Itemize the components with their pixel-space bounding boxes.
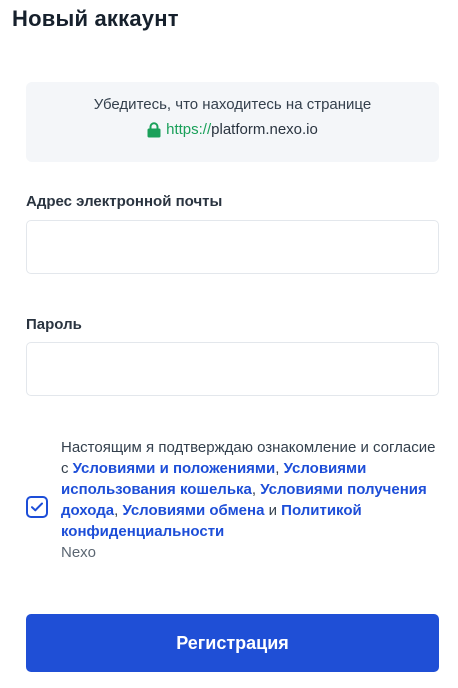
- url-protocol: https://: [166, 121, 212, 138]
- terms-link[interactable]: Условиями и положениями: [73, 460, 276, 477]
- consent-brand: Nexo: [61, 544, 97, 561]
- password-field[interactable]: [26, 342, 439, 396]
- signup-page: Новый аккаунт Убедитесь, что находитесь …: [0, 0, 458, 688]
- checkmark-icon: [31, 502, 43, 512]
- security-notice: Убедитесь, что находитесь на странице ht…: [26, 82, 439, 162]
- secure-url: https://platform.nexo.io: [26, 121, 439, 138]
- consent-checkbox[interactable]: [26, 496, 48, 518]
- email-label: Адрес электронной почты: [26, 193, 223, 210]
- email-field[interactable]: [26, 220, 439, 274]
- page-title: Новый аккаунт: [12, 6, 179, 31]
- password-label: Пароль: [26, 316, 82, 333]
- consent-separator: и: [264, 502, 282, 519]
- consent-separator: ,: [275, 460, 284, 477]
- security-notice-text: Убедитесь, что находитесь на странице: [93, 96, 372, 113]
- url-host: platform.nexo.io: [211, 121, 318, 138]
- consent-text: Настоящим я подтверждаю ознакомление и с…: [61, 437, 441, 563]
- lock-icon: [147, 121, 161, 138]
- exchange-terms-link[interactable]: Условиями обмена: [122, 502, 264, 519]
- consent-separator: ,: [251, 481, 261, 498]
- register-button[interactable]: Регистрация: [26, 614, 439, 672]
